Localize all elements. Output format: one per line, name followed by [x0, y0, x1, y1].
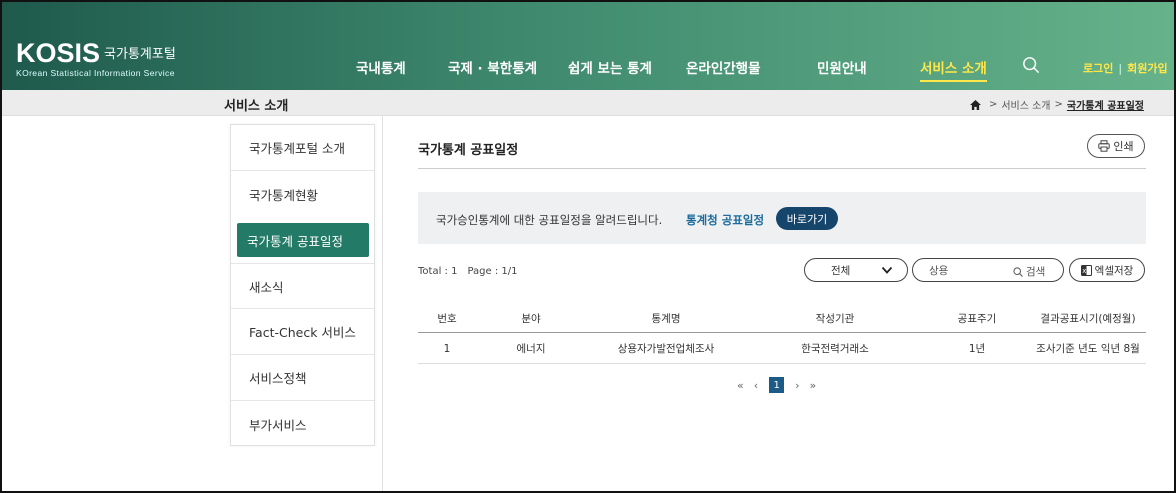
table-header: 번호 분야 통계명 작성기관 공표주기 결과공표시기(예정월)	[418, 305, 1146, 333]
breadcrumb-separator: >	[1054, 99, 1063, 110]
nav-item-publications[interactable]: 온라인간행물	[686, 57, 761, 77]
print-button[interactable]: 인쇄	[1087, 134, 1145, 158]
app-window: KOSIS 국가통계포털 KOrean Statistical Informati…	[0, 0, 1176, 493]
search-input[interactable]	[929, 263, 1009, 278]
side-item-release-schedule[interactable]: 국가통계 공표일정	[237, 223, 369, 257]
side-item-stats-status[interactable]: 국가통계현황	[231, 171, 374, 217]
table-row[interactable]: 1 에너지 상용자가발전업체조사 한국전력거래소 1년 조사기준 년도 익년 8…	[418, 334, 1146, 364]
side-menu: 국가통계포털 소개 국가통계현황 국가통계 공표일정 새소식 Fact-Chec…	[230, 124, 375, 446]
svg-text:x: x	[1082, 267, 1086, 275]
logo-subtitle: KOrean Statistical Information Service	[16, 68, 175, 78]
search-icon	[1013, 266, 1023, 277]
search-icon[interactable]	[1022, 56, 1040, 74]
notice-link[interactable]: 통계청 공표일정	[686, 212, 764, 228]
side-item-news[interactable]: 새소식	[231, 263, 374, 309]
auth-links: 로그인 | 회원가입	[1083, 62, 1168, 75]
chevron-down-icon	[881, 266, 893, 274]
nav-item-civil[interactable]: 민원안내	[817, 57, 867, 77]
category-select[interactable]: 전체	[804, 258, 908, 282]
breadcrumb-separator: >	[988, 99, 998, 110]
notice-text: 국가승인통계에 대한 공표일정을 알려드립니다.	[436, 213, 663, 227]
column-header: 공표주기	[957, 313, 997, 325]
go-button[interactable]: 바로가기	[776, 207, 838, 230]
table-cell: 에너지	[516, 343, 546, 355]
title-divider	[418, 168, 1146, 169]
table-cell: 조사기준 년도 익년 8월	[1036, 343, 1140, 355]
pager-first[interactable]: «	[737, 379, 744, 392]
section-title: 서비스 소개	[224, 99, 289, 114]
category-select-value: 전체	[831, 264, 851, 277]
nav-item-easy-stats[interactable]: 쉽게 보는 통계	[568, 57, 652, 77]
breadcrumb-item-service[interactable]: 서비스 소개	[1001, 97, 1050, 112]
search-box: 검색	[912, 258, 1064, 282]
column-header: 분야	[521, 313, 541, 325]
total-count: Total : 1	[418, 266, 458, 277]
table-cell: 한국전력거래소	[801, 343, 869, 355]
breadcrumb-item-current[interactable]: 국가통계 공표일정	[1067, 97, 1144, 112]
table-cell: 1년	[968, 343, 986, 355]
side-item-policy[interactable]: 서비스정책	[231, 355, 374, 401]
logo-text: KOSIS	[16, 38, 101, 68]
login-link[interactable]: 로그인	[1083, 62, 1113, 75]
column-header: 작성기관	[815, 313, 855, 325]
breadcrumb: > 서비스 소개 > 국가통계 공표일정	[969, 97, 1144, 112]
side-item-fact-check[interactable]: Fact-Check 서비스	[231, 309, 374, 355]
excel-save-button[interactable]: x 엑셀저장	[1069, 258, 1145, 282]
pager-prev[interactable]: ‹	[754, 379, 758, 392]
side-item-extra-services[interactable]: 부가서비스	[231, 401, 374, 447]
print-label: 인쇄	[1113, 140, 1134, 153]
printer-icon	[1098, 140, 1111, 152]
table-cell: 상용자가발전업체조사	[617, 343, 715, 355]
logo-kr-text: 국가통계포털	[104, 46, 176, 61]
column-header: 번호	[437, 313, 457, 325]
pager-next[interactable]: ›	[795, 379, 799, 392]
pagination: « ‹ 1 › »	[732, 376, 821, 394]
pager-current-page[interactable]: 1	[769, 377, 785, 393]
notice-box: 국가승인통계에 대한 공표일정을 알려드립니다. 통계청 공표일정 바로가기	[418, 192, 1146, 244]
side-item-portal-intro[interactable]: 국가통계포털 소개	[231, 125, 374, 171]
excel-save-label: 엑셀저장	[1094, 264, 1134, 277]
nav-item-international[interactable]: 국제 · 북한통계	[448, 57, 537, 77]
nav-item-domestic[interactable]: 국내통계	[356, 57, 406, 77]
nav-item-service-intro[interactable]: 서비스 소개	[920, 57, 987, 82]
page-count: Page : 1/1	[467, 266, 518, 277]
page-title: 국가통계 공표일정	[418, 143, 519, 158]
home-icon[interactable]	[969, 99, 981, 110]
search-button-label: 검색	[1026, 266, 1046, 278]
pager-last[interactable]: »	[810, 379, 817, 392]
result-meta: Total : 1 Page : 1/1	[418, 266, 517, 277]
section-bar: 서비스 소개 > 서비스 소개 > 국가통계 공표일정	[2, 90, 1174, 116]
column-header: 결과공표시기(예정월)	[1040, 313, 1136, 325]
table-cell: 1	[443, 342, 451, 355]
search-button[interactable]: 검색	[1013, 264, 1045, 279]
column-header: 통계명	[651, 313, 681, 325]
divider	[382, 116, 383, 491]
site-logo[interactable]: KOSIS 국가통계포털 KOrean Statistical Informati…	[16, 38, 176, 79]
signup-link[interactable]: 회원가입	[1127, 62, 1167, 75]
excel-icon: x	[1080, 264, 1092, 276]
site-header: KOSIS 국가통계포털 KOrean Statistical Informati…	[2, 2, 1174, 90]
